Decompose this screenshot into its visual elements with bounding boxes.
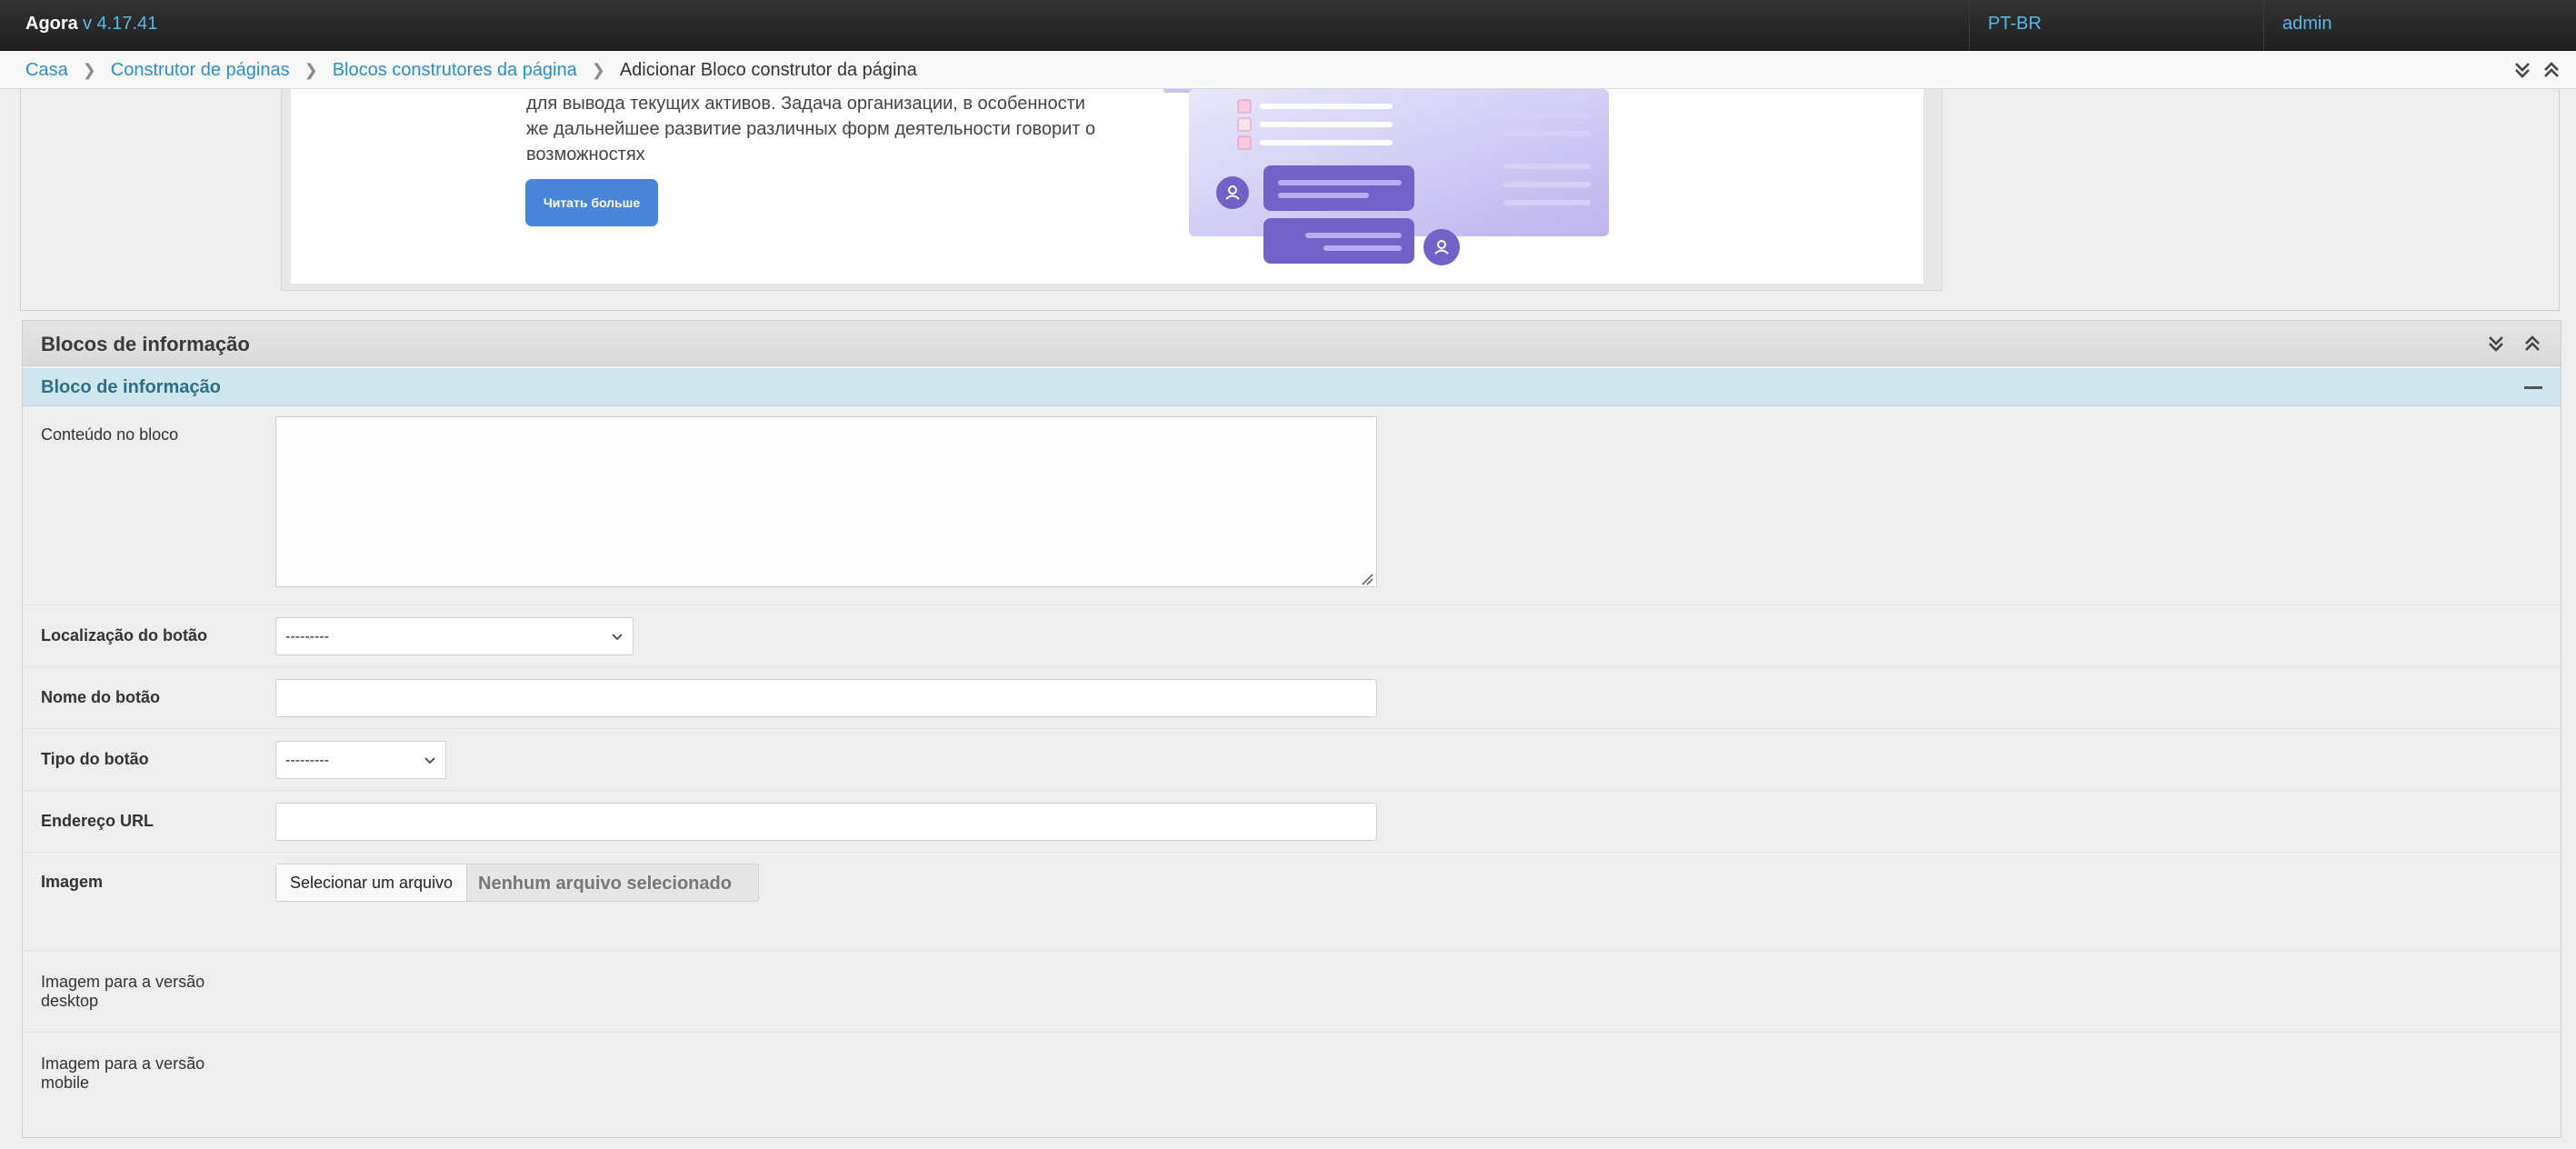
preview-read-more-button[interactable]: Читать больше bbox=[525, 179, 658, 226]
button-location-label: Localização do botão bbox=[41, 626, 208, 644]
button-name-label: Nome do botão bbox=[41, 688, 160, 706]
button-name-input[interactable] bbox=[275, 679, 1377, 717]
image-label: Imagem bbox=[41, 873, 104, 891]
mobile-image-label: Imagem para a versão mobile bbox=[41, 1054, 205, 1093]
button-name-row: Nome do botão bbox=[23, 667, 2561, 729]
language-label[interactable]: PT-BR bbox=[1988, 14, 2042, 35]
preview-text-line: же дальнейшее развитие различных форм де… bbox=[526, 119, 1096, 139]
breadcrumb-home[interactable]: Casa bbox=[25, 60, 68, 81]
breadcrumb-builder-blocks[interactable]: Blocos construtores da página bbox=[333, 60, 577, 81]
url-input[interactable] bbox=[275, 803, 1377, 841]
button-type-row: Tipo do botão --------- bbox=[23, 729, 2561, 791]
top-header: Agora v 4.17.41 PT-BR admin bbox=[0, 0, 2576, 51]
breadcrumb-page-builder[interactable]: Construtor de páginas bbox=[111, 60, 290, 81]
button-location-row: Localização do botão --------- bbox=[23, 605, 2561, 667]
image-file-input[interactable]: Selecionar um arquivo Nenhum arquivo sel… bbox=[275, 864, 759, 902]
user-name[interactable]: admin bbox=[2282, 14, 2331, 35]
resize-grip-icon[interactable] bbox=[1361, 573, 1373, 585]
preview-text-line: возможностях bbox=[526, 145, 645, 165]
expand-all-icon[interactable] bbox=[2512, 58, 2532, 82]
no-file-selected-text: Nenhum arquivo selecionado bbox=[478, 874, 732, 894]
collapse-all-icon[interactable] bbox=[2541, 58, 2561, 82]
content-label: Conteúdo no bloco bbox=[41, 425, 179, 444]
chevron-down-icon bbox=[612, 634, 623, 641]
user-menu[interactable]: admin bbox=[2263, 0, 2576, 51]
chevron-right-icon: ❯ bbox=[82, 60, 96, 79]
mobile-image-row: Imagem para a versão mobile bbox=[23, 1033, 2561, 1114]
chevron-down-icon bbox=[424, 757, 435, 764]
info-block-header[interactable]: Bloco de informação bbox=[23, 368, 2561, 406]
desktop-image-label: Imagem para a versão desktop bbox=[41, 973, 205, 1011]
expand-all-icon[interactable] bbox=[2486, 332, 2506, 355]
button-type-select[interactable]: --------- bbox=[275, 741, 446, 779]
language-switcher[interactable]: PT-BR bbox=[1969, 0, 2263, 51]
mobile-image-label-line: Imagem para a versão bbox=[41, 1054, 205, 1073]
info-blocks-panel: Blocos de informação Bloco de informação… bbox=[22, 320, 2561, 1138]
collapse-minus-icon[interactable] bbox=[2524, 386, 2542, 389]
button-type-value: --------- bbox=[285, 753, 329, 768]
info-blocks-header: Blocos de informação bbox=[23, 321, 2561, 366]
breadcrumb-bar: Casa ❯ Construtor de páginas ❯ Blocos co… bbox=[0, 51, 2576, 89]
collapse-all-icon[interactable] bbox=[2522, 332, 2542, 355]
preview-canvas: для вывода текущих активов. Задача орган… bbox=[291, 89, 1923, 284]
brand-name[interactable]: Agora bbox=[25, 14, 78, 35]
breadcrumb: Casa ❯ Construtor de páginas ❯ Blocos co… bbox=[25, 51, 917, 89]
desktop-image-label-line: desktop bbox=[41, 992, 99, 1010]
preview-frame: для вывода текущих активов. Задача орган… bbox=[281, 89, 1942, 291]
panel-tools bbox=[2486, 332, 2542, 355]
url-row: Endereço URL bbox=[23, 791, 2561, 853]
app-version: v 4.17.41 bbox=[83, 14, 158, 34]
mobile-image-label-line: mobile bbox=[41, 1074, 90, 1092]
content-textarea[interactable] bbox=[275, 416, 1377, 587]
desktop-image-row: Imagem para a versão desktop bbox=[23, 951, 2561, 1033]
info-block-title: Bloco de informação bbox=[41, 377, 221, 397]
chevron-right-icon: ❯ bbox=[304, 60, 318, 79]
preview-text: для вывода текущих активов. Задача орган… bbox=[526, 91, 1126, 167]
button-type-label: Tipo do botão bbox=[41, 750, 149, 768]
content-row: Conteúdo no bloco bbox=[23, 407, 2561, 605]
button-location-value: --------- bbox=[285, 629, 329, 644]
collapse-tools bbox=[2512, 58, 2561, 82]
info-blocks-title: Blocos de informação bbox=[41, 333, 250, 355]
breadcrumb-current: Adicionar Bloco construtor da página bbox=[619, 59, 917, 80]
chat-illustration bbox=[1163, 89, 1609, 265]
image-row: Imagem Selecionar um arquivo Nenhum arqu… bbox=[23, 853, 2561, 951]
select-file-button[interactable]: Selecionar um arquivo bbox=[276, 864, 467, 901]
desktop-image-label-line: Imagem para a versão bbox=[41, 973, 205, 991]
block-preview-panel: для вывода текущих активов. Задача орган… bbox=[20, 89, 2560, 311]
chevron-right-icon: ❯ bbox=[591, 60, 605, 79]
preview-text-line: для вывода текущих активов. Задача орган… bbox=[526, 94, 1085, 114]
button-location-select[interactable]: --------- bbox=[275, 617, 634, 655]
url-label: Endereço URL bbox=[41, 812, 155, 830]
